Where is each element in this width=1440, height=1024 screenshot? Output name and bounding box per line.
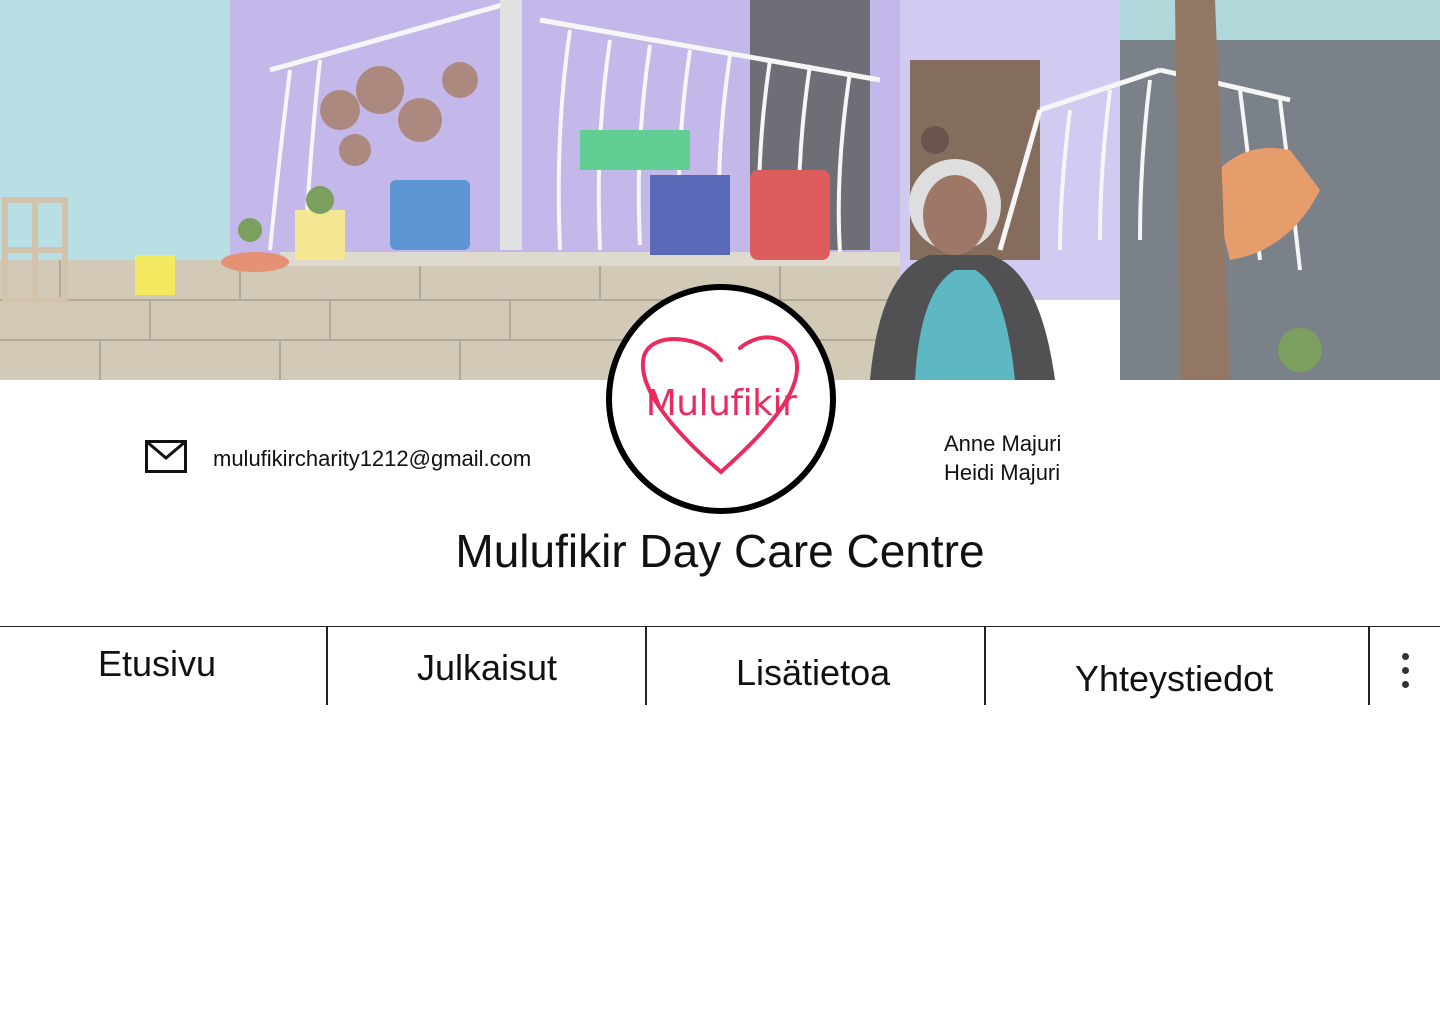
nav-item-label: Julkaisut [417, 647, 558, 688]
logo-text: Mulufikir [645, 383, 797, 424]
nav-item-julkaisut[interactable]: Julkaisut [328, 627, 645, 705]
main-navigation: Etusivu Julkaisut Lisätietoa Yhteystiedo… [0, 626, 1440, 705]
contact-people: Anne Majuri Heidi Majuri [944, 429, 1061, 487]
person-name: Anne Majuri [944, 431, 1062, 456]
email-link[interactable]: mulufikircharity1212@gmail.com [213, 446, 531, 472]
nav-item-yhteystiedot[interactable]: Yhteystiedot [986, 627, 1368, 705]
nav-divider [1368, 627, 1370, 705]
nav-item-label: Yhteystiedot [1075, 658, 1274, 699]
nav-item-etusivu[interactable]: Etusivu [0, 627, 326, 705]
nav-item-label: Lisätietoa [736, 652, 891, 693]
logo[interactable]: Mulufikir [606, 284, 836, 514]
person-name: Heidi Majuri [944, 460, 1061, 485]
nav-item-label: Etusivu [98, 643, 217, 684]
page-title: Mulufikir Day Care Centre [455, 525, 985, 577]
page: Mulufikir mulufikircharity1212@gmail.com… [0, 0, 1440, 1024]
nav-item-lisatietoa[interactable]: Lisätietoa [647, 627, 984, 705]
mail-icon[interactable] [145, 440, 187, 473]
more-vertical-icon[interactable] [1394, 651, 1418, 691]
